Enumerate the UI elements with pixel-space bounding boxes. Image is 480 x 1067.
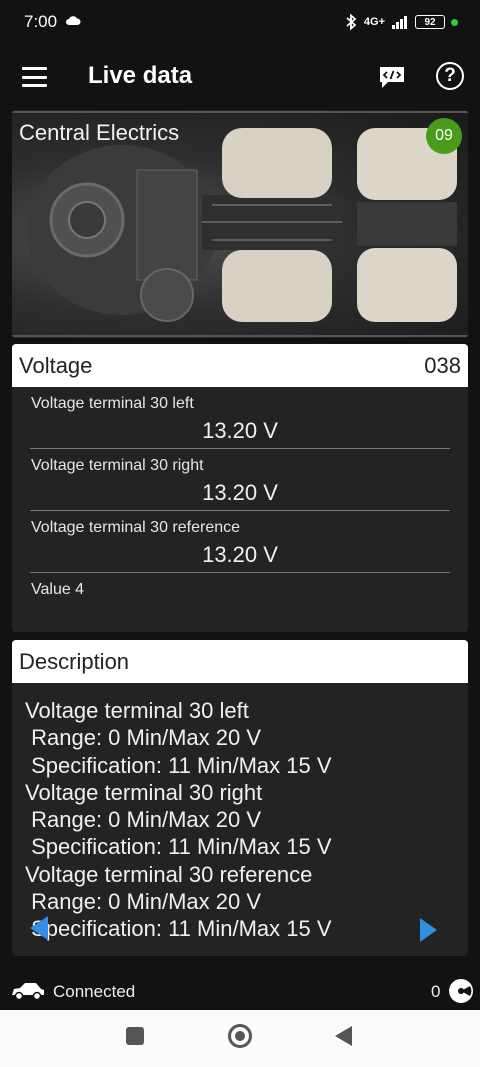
description-card-header: Description (12, 640, 468, 683)
value-label: Voltage terminal 30 reference (31, 519, 241, 536)
connection-footer: Connected 0 (0, 972, 480, 1010)
value-row: Voltage terminal 30 reference 13.20 V (30, 511, 450, 573)
signal-icon (392, 16, 407, 29)
value-reading: 13.20 V (202, 418, 278, 443)
value-reading: 13.20 V (202, 480, 278, 505)
code-view-icon[interactable] (378, 64, 406, 90)
value-row: Voltage terminal 30 right 13.20 V (30, 449, 450, 511)
measuring-block-number: 038 (424, 352, 461, 378)
status-time: 7:00 (24, 12, 58, 31)
app-bar: Live data ? (0, 50, 480, 106)
back-button[interactable] (335, 1026, 352, 1046)
voltage-card-title: Voltage (19, 352, 93, 378)
description-line: Range: 0 Min/Max 20 V (25, 807, 262, 833)
module-number-badge: 09 (426, 118, 462, 154)
description-line: Specification: 11 Min/Max 15 V (25, 752, 332, 778)
connection-status: Connected (53, 982, 136, 1001)
value-row: Voltage terminal 30 left 13.20 V (30, 387, 450, 449)
recent-apps-button[interactable] (126, 1027, 144, 1045)
network-type: 4G+ (363, 16, 385, 28)
help-icon[interactable]: ? (436, 62, 464, 90)
module-image: Central Electrics 09 (12, 110, 468, 338)
home-button[interactable] (228, 1024, 252, 1048)
next-arrow-button[interactable] (420, 918, 437, 942)
value-row: Value 4 (30, 573, 450, 632)
gauge-icon[interactable] (448, 978, 474, 1004)
previous-arrow-button[interactable] (30, 916, 48, 940)
page-title: Live data (88, 62, 193, 89)
description-line: Specification: 11 Min/Max 15 V (25, 834, 332, 860)
voltage-card-header: Voltage 038 (12, 344, 468, 387)
description-line: Voltage terminal 30 reference (25, 861, 313, 887)
value-reading: 13.20 V (202, 542, 278, 567)
description-card: Description Voltage terminal 30 left Ran… (12, 640, 468, 956)
description-line: Voltage terminal 30 right (25, 779, 263, 805)
bluetooth-icon (346, 13, 357, 31)
battery-icon: 92 (415, 15, 445, 29)
fault-count: 0 (431, 982, 441, 1001)
menu-icon[interactable] (22, 67, 47, 87)
value-label: Value 4 (31, 581, 85, 598)
description-line: Range: 0 Min/Max 20 V (25, 725, 262, 751)
module-name: Central Electrics (19, 120, 180, 145)
cloud-icon (66, 16, 81, 25)
value-label: Voltage terminal 30 right (31, 457, 204, 474)
status-bar: 7:00 4G+ 92 (0, 0, 480, 44)
voltage-card: Voltage 038 Voltage terminal 30 left 13.… (12, 344, 468, 632)
car-icon (12, 983, 44, 1001)
privacy-indicator-dot (451, 18, 458, 26)
description-line: Voltage terminal 30 left (25, 698, 249, 723)
description-text: Voltage terminal 30 left Range: 0 Min/Ma… (12, 683, 468, 956)
system-navigation-bar (0, 1010, 480, 1067)
battery-level: 92 (424, 16, 436, 28)
description-line: Specification: 11 Min/Max 15 V (25, 916, 332, 942)
value-label: Voltage terminal 30 left (31, 395, 194, 412)
description-card-title: Description (19, 648, 130, 674)
description-line: Range: 0 Min/Max 20 V (25, 889, 262, 915)
